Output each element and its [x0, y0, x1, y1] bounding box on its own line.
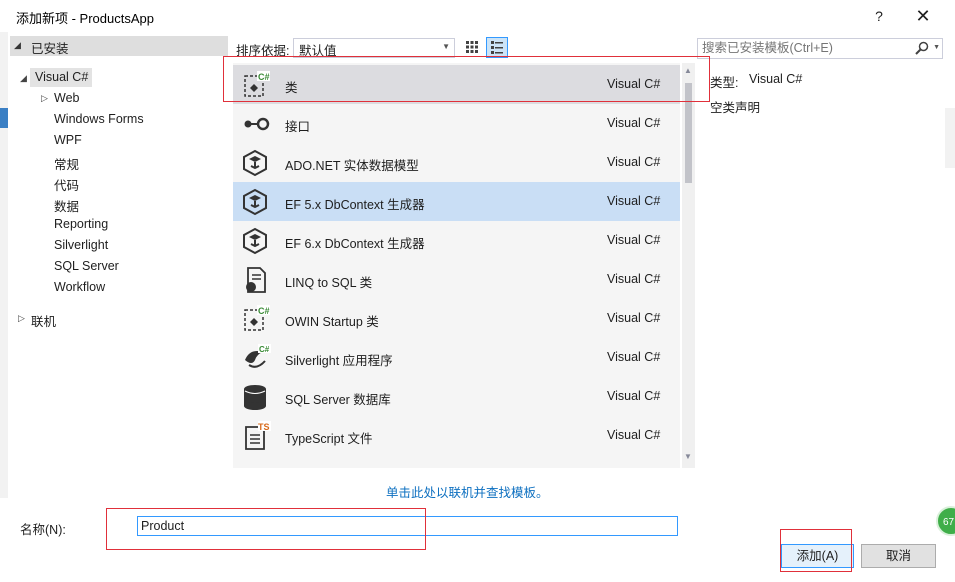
template-language: Visual C#	[607, 272, 661, 286]
template-name: OWIN Startup 类	[285, 315, 379, 329]
search-box[interactable]: ▼	[697, 38, 943, 59]
template-name: 接口	[285, 120, 311, 134]
sort-label: 排序依据:	[236, 44, 290, 58]
tree-item-online[interactable]: 联机	[31, 311, 56, 330]
background-window-strip	[0, 108, 8, 128]
template-list-scrollbar[interactable]: ▲ ▼	[682, 63, 695, 468]
svg-text:TS: TS	[258, 422, 270, 432]
linq-icon	[241, 265, 271, 295]
scrollbar-thumb[interactable]	[685, 83, 692, 183]
template-name: 类	[285, 81, 298, 95]
tree-item-visual-csharp[interactable]: Visual C#	[35, 70, 88, 84]
template-row[interactable]: EF 6.x DbContext 生成器 Visual C#	[233, 221, 680, 260]
search-icon[interactable]	[914, 40, 930, 56]
installed-label: 已安装	[31, 42, 69, 56]
interface-icon	[241, 109, 271, 139]
tree-item-silverlight[interactable]: Silverlight	[54, 238, 108, 252]
detail-description: 空类声明	[710, 101, 761, 115]
template-name: EF 5.x DbContext 生成器	[285, 198, 425, 212]
class-icon: C#	[241, 70, 271, 100]
svg-text:C#: C#	[258, 72, 270, 82]
template-row[interactable]: C# OWIN Startup 类 Visual C#	[233, 299, 680, 338]
svg-text:C#: C#	[259, 345, 270, 354]
collapse-arrow-icon[interactable]: ◢	[14, 40, 21, 51]
add-button[interactable]: 添加(A)	[781, 544, 854, 568]
template-row[interactable]: TS TypeScript 文件 Visual C#	[233, 416, 680, 455]
search-input[interactable]	[702, 39, 907, 57]
entity-model-icon	[241, 148, 271, 178]
typescript-icon: TS	[241, 421, 271, 451]
title-bar: 添加新项 - ProductsApp ? ✕	[0, 0, 955, 32]
search-options-arrow-icon[interactable]: ▼	[933, 44, 940, 51]
silverlight-icon: C#	[241, 343, 271, 373]
tree-item-web[interactable]: Web	[54, 91, 79, 105]
tree-item-wpf[interactable]: WPF	[54, 133, 82, 147]
template-name: SQL Server 数据库	[285, 393, 391, 407]
template-language: Visual C#	[607, 311, 661, 325]
database-icon	[241, 382, 271, 412]
installed-header[interactable]: ◢ 已安装	[10, 36, 228, 56]
entity-model-icon	[241, 226, 271, 256]
close-button[interactable]: ✕	[912, 5, 934, 27]
template-language: Visual C#	[607, 389, 661, 403]
name-field[interactable]	[137, 516, 678, 536]
dropdown-arrow-icon: ▼	[442, 42, 450, 51]
template-language: Visual C#	[607, 233, 661, 247]
sort-value: 默认值	[299, 44, 337, 58]
grid-view-button[interactable]	[462, 38, 482, 56]
class-icon: C#	[241, 304, 271, 334]
tree-item-windows-forms[interactable]: Windows Forms	[54, 112, 144, 126]
template-name: EF 6.x DbContext 生成器	[285, 237, 425, 251]
template-row[interactable]: EF 5.x DbContext 生成器 Visual C#	[233, 182, 680, 221]
tree-item-code[interactable]: 代码	[54, 175, 79, 194]
template-category-tree	[10, 36, 228, 491]
template-row[interactable]: ADO.NET 实体数据模型 Visual C#	[233, 143, 680, 182]
tree-item-workflow[interactable]: Workflow	[54, 280, 105, 294]
template-language: Visual C#	[607, 77, 661, 91]
expand-right-icon[interactable]: ▷	[18, 313, 25, 324]
template-name: Silverlight 应用程序	[285, 354, 393, 368]
grid-view-icon	[466, 41, 478, 53]
help-button[interactable]: ?	[868, 5, 890, 27]
background-window-edge-right	[945, 108, 955, 168]
scroll-up-arrow-icon[interactable]: ▲	[684, 66, 692, 75]
sort-dropdown[interactable]: 默认值 ▼	[293, 38, 455, 58]
expand-right-icon[interactable]: ▷	[41, 93, 48, 104]
template-row[interactable]: SQL Server 数据库 Visual C#	[233, 377, 680, 416]
scroll-down-arrow-icon[interactable]: ▼	[684, 452, 692, 461]
svg-text:C#: C#	[258, 306, 270, 316]
expand-down-icon[interactable]: ◢	[20, 73, 27, 84]
detail-type-value: Visual C#	[749, 72, 803, 86]
name-label: 名称(N):	[20, 523, 66, 537]
template-language: Visual C#	[607, 350, 661, 364]
template-language: Visual C#	[607, 428, 661, 442]
template-name: TypeScript 文件	[285, 432, 373, 446]
template-language: Visual C#	[607, 155, 661, 169]
template-language: Visual C#	[607, 194, 661, 208]
template-row[interactable]: 接口 Visual C#	[233, 104, 680, 143]
tree-item-reporting[interactable]: Reporting	[54, 217, 108, 231]
template-name: LINQ to SQL 类	[285, 276, 373, 290]
tree-item-general[interactable]: 常规	[54, 154, 79, 173]
list-view-button[interactable]	[486, 37, 508, 58]
template-row[interactable]: C# Silverlight 应用程序 Visual C#	[233, 338, 680, 377]
bottom-panel	[0, 498, 955, 582]
window-title: 添加新项 - ProductsApp	[16, 11, 154, 26]
list-view-icon	[491, 41, 503, 54]
tree-item-data[interactable]: 数据	[54, 196, 79, 215]
template-name: ADO.NET 实体数据模型	[285, 159, 419, 173]
template-language: Visual C#	[607, 116, 661, 130]
template-row[interactable]: C# 类 Visual C#	[233, 65, 680, 104]
tree-item-sql-server[interactable]: SQL Server	[54, 259, 119, 273]
entity-model-icon	[241, 187, 271, 217]
template-row[interactable]: LINQ to SQL 类 Visual C#	[233, 260, 680, 299]
cancel-button[interactable]: 取消	[861, 544, 936, 568]
detail-type-label: 类型:	[710, 76, 739, 90]
